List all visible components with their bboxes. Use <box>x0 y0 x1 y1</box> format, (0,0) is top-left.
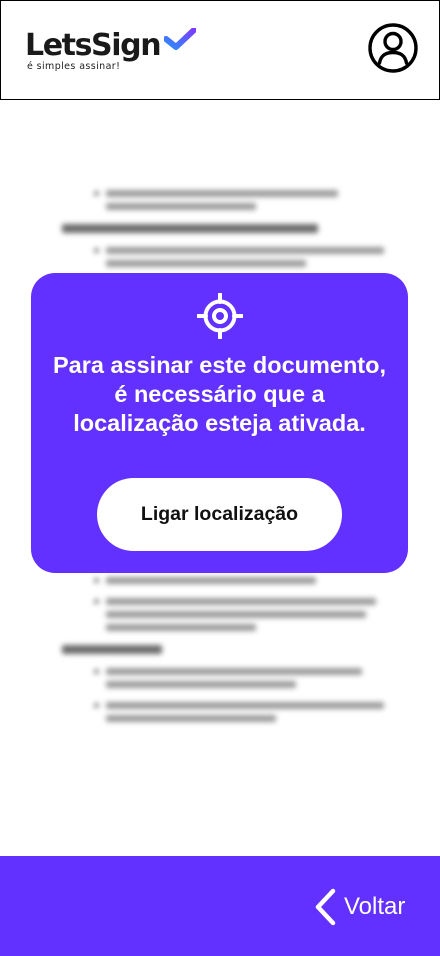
list-item <box>58 702 388 722</box>
letssign-logo[interactable]: LetsSign é simples assinar! <box>25 25 205 75</box>
back-label: Voltar <box>344 893 406 920</box>
list-item <box>58 598 388 631</box>
list-item <box>58 668 388 688</box>
list-item <box>58 577 388 584</box>
profile-button[interactable] <box>367 22 419 74</box>
list-item <box>58 190 388 210</box>
app-header: LetsSign é simples assinar! <box>0 0 440 100</box>
user-circle-icon <box>368 23 418 73</box>
list-item <box>58 247 388 267</box>
logo-tagline: é simples assinar! <box>27 61 121 72</box>
logo-wordmark: LetsSign <box>25 28 162 63</box>
bottom-bar: Voltar <box>0 856 440 956</box>
chevron-left-icon <box>315 888 336 926</box>
location-required-modal: Para assinar este documento, é necessári… <box>31 273 408 573</box>
logo-check-icon <box>164 28 196 50</box>
crosshair-location-icon <box>197 293 243 339</box>
enable-location-button[interactable]: Ligar localização <box>97 478 342 551</box>
location-required-message: Para assinar este documento, é necessári… <box>52 352 387 436</box>
back-button[interactable]: Voltar <box>312 886 405 928</box>
section-heading <box>62 645 162 654</box>
section-heading <box>62 224 318 233</box>
